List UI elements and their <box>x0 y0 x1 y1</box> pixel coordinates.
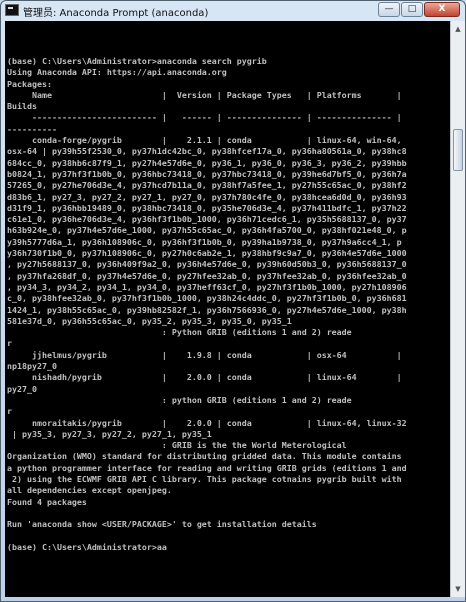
console-line: | py35_3, py27_3, py27_2, py27_1, py35_1 <box>7 428 212 439</box>
console-icon[interactable] <box>5 4 19 16</box>
console-line: Organization (WMO) standard for distribu… <box>7 451 402 462</box>
console-line: nmoraitakis/pygrib | 2.0.0 | conda | lin… <box>7 417 407 428</box>
console-line: conda-forge/pygrib | 2.1.1 | conda | lin… <box>7 135 402 145</box>
console-line: Name | Version | Package Types | Platfor… <box>7 89 402 100</box>
console-line: np18py27_0 <box>7 361 57 371</box>
console-line: : Python GRIB (editions 1 and 2) reade <box>7 327 352 338</box>
console-line: h63b924e_0, py37h4e57d6e_1000, py37h55c6… <box>7 225 407 236</box>
console-line: r <box>7 406 12 417</box>
scrollbar-thumb[interactable] <box>453 129 463 171</box>
minimize-button[interactable]: — <box>378 2 400 17</box>
console-line: c61e1_0, py36he706d3e_4, py36hf3f1b0b_10… <box>7 214 407 225</box>
console-line: 2) using the ECWMF GRIB API C library. T… <box>7 474 402 484</box>
console-line: Packages: <box>7 78 52 89</box>
title-bar[interactable]: 管理员: Anaconda Prompt (anaconda) — □ X <box>1 1 465 21</box>
console-line: Found 4 packages <box>7 496 87 507</box>
console-line: jjhelmus/pygrib | 1.9.8 | conda | osx-64… <box>7 349 402 360</box>
console-line: 57265_0, py27he706d3e_4, py37hcd7b11a_0,… <box>7 180 407 191</box>
console-line: : python GRIB (editions 1 and 2) reade <box>7 394 352 405</box>
console-line: : GRIB is the the World Meterological <box>7 440 347 451</box>
window-bottom-border <box>1 597 465 601</box>
scroll-up-arrow-icon[interactable]: ▲ <box>452 22 464 36</box>
scroll-down-arrow-icon[interactable]: ▼ <box>452 582 464 596</box>
console-line: , py27h5688137_0, py36h409f9a2_0, py36h4… <box>7 259 407 270</box>
window-controls: — □ X <box>377 2 460 18</box>
console-line: Run 'anaconda show <USER/PACKAGE>' to ge… <box>7 519 317 530</box>
window-title: 管理员: Anaconda Prompt (anaconda) <box>23 8 209 19</box>
console-line: 1424_1, py38h55c65ac_0, py39hb82582f_1, … <box>7 304 407 315</box>
console-line: (base) C:\Users\Administrator>aa <box>7 541 167 552</box>
console-line: r <box>7 338 12 349</box>
vertical-scrollbar[interactable]: ▲ ▼ <box>450 21 465 597</box>
console-line: py27_0 <box>7 383 37 394</box>
console-line: all dependencies except openjpeg. <box>7 485 172 496</box>
console-line: y39h5777d6a_1, py36h108906c_0, py36hf3f1… <box>7 236 402 247</box>
console-line: nishadh/pygrib | 2.0.0 | conda | linux-6… <box>7 372 402 383</box>
console-output[interactable]: (base) C:\Users\Administrator>anaconda s… <box>5 21 450 597</box>
maximize-button[interactable]: □ <box>401 2 423 17</box>
console-line: osx-64 | py39h55f2530_0, py37h1dc42bc_0,… <box>7 146 407 157</box>
console-line: y36h730f1b0_0, py37h108906c_0, py27h0c6a… <box>7 248 407 258</box>
console-line: (base) C:\Users\Administrator>anaconda s… <box>7 55 267 66</box>
console-line: Builds <box>7 101 37 112</box>
console-line: ------------------------- | ------ | ---… <box>7 112 402 123</box>
console-line: d83b6_1, py27_3, py27_2, py27_1, py27_0,… <box>7 191 407 202</box>
console-line: Using Anaconda API: https://api.anaconda… <box>7 67 227 78</box>
console-line: b0824_1, py37hf3f1b0b_0, py36hbc73418_0,… <box>7 168 407 179</box>
console-line: , py34_3, py34_2, py34_1, py34_0, py37he… <box>7 281 407 292</box>
console-line: 684cc_0, py38hb6c87f9_1, py27h4e57d6e_0,… <box>7 157 407 168</box>
console-window: 管理员: Anaconda Prompt (anaconda) — □ X (b… <box>0 0 466 602</box>
console-line: c_0, py38hfee32ab_0, py37hf3f1b0b_1000, … <box>7 293 407 304</box>
console-line: d31f9_1, py36hbb19489_0, py38hbc73418_0,… <box>7 202 407 213</box>
console-line: ---------- <box>7 123 57 134</box>
console-line: 581e37d_0, py36h55c65ac_0, py35_2, py35_… <box>7 315 292 326</box>
console-line: a python programmer interface for readin… <box>7 462 407 473</box>
console-line: , py37hfa268df_0, py37h4e57d6e_0, py27hf… <box>7 270 407 281</box>
close-button[interactable]: X <box>424 2 460 17</box>
